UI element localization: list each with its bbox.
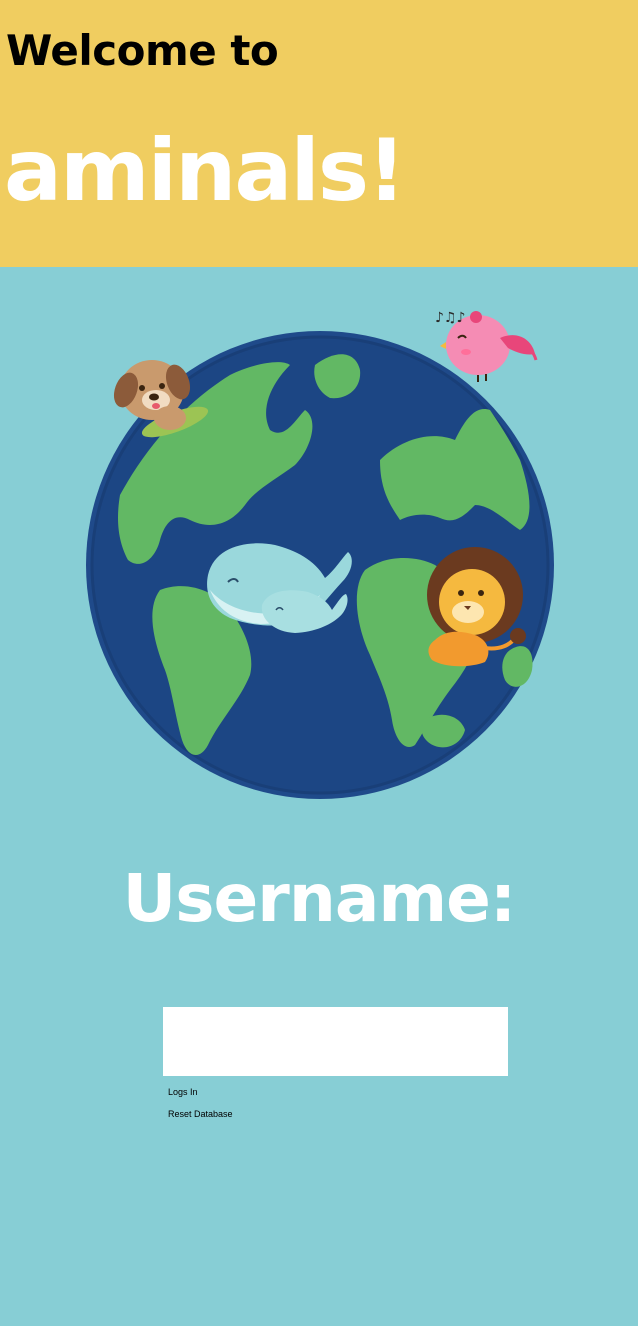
welcome-text: Welcome to <box>6 26 279 75</box>
username-label: Username: <box>122 860 517 937</box>
svg-text:♪♫♪: ♪♫♪ <box>435 310 465 326</box>
username-input[interactable] <box>163 1007 508 1076</box>
header-banner: Welcome to aminals! <box>0 0 638 267</box>
login-button[interactable]: Logs In <box>168 1087 198 1097</box>
reset-database-button[interactable]: Reset Database <box>168 1109 233 1119</box>
brand-title: aminals! <box>4 121 406 221</box>
earth-illustration: ♪♫♪ <box>86 310 554 799</box>
